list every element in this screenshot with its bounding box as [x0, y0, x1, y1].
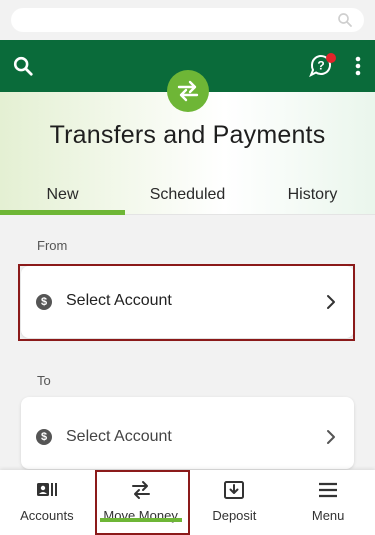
nav-menu[interactable]: Menu	[281, 470, 375, 535]
address-search-icon[interactable]	[336, 11, 354, 29]
from-account-select[interactable]: $ Select Account	[21, 266, 354, 338]
nav-menu-label: Menu	[311, 508, 345, 523]
address-bar[interactable]	[11, 8, 364, 32]
from-account-value: Select Account	[66, 292, 172, 309]
nav-accounts[interactable]: Accounts	[0, 470, 94, 535]
to-label: To	[37, 373, 51, 388]
nav-move-money[interactable]: Move Money	[94, 470, 188, 535]
dollar-icon: $	[36, 294, 52, 310]
transfer-form: From $ Select Account To $ Select Accoun…	[0, 215, 375, 470]
hamburger-icon	[319, 482, 338, 498]
browser-bar	[0, 0, 375, 40]
swap-icon	[131, 481, 150, 499]
tab-bar: New Scheduled History	[0, 180, 375, 215]
notification-dot	[326, 53, 336, 63]
chevron-right-icon	[327, 295, 335, 309]
transfer-badge	[167, 70, 209, 112]
to-account-value: Select Account	[66, 428, 172, 445]
from-label: From	[37, 238, 68, 253]
nav-accounts-label: Accounts	[20, 508, 74, 523]
chevron-right-icon	[327, 430, 335, 444]
deposit-icon	[224, 481, 245, 499]
nav-deposit-label: Deposit	[212, 508, 257, 523]
nav-move-money-label: Move Money	[103, 508, 178, 523]
tab-new[interactable]: New	[0, 180, 125, 215]
accounts-icon	[36, 483, 57, 496]
search-icon[interactable]	[12, 55, 34, 77]
nav-deposit[interactable]: Deposit	[188, 470, 282, 535]
swap-icon	[177, 80, 199, 102]
page-title: Transfers and Payments	[49, 121, 326, 149]
tab-history[interactable]: History	[250, 180, 375, 214]
bottom-nav: Accounts Move Money Deposit Menu	[0, 470, 375, 535]
more-vert-icon[interactable]	[351, 55, 365, 77]
dollar-icon: $	[36, 429, 52, 445]
tab-scheduled[interactable]: Scheduled	[125, 180, 250, 214]
svg-text:?: ?	[317, 59, 324, 73]
to-account-select[interactable]: $ Select Account	[21, 397, 354, 469]
